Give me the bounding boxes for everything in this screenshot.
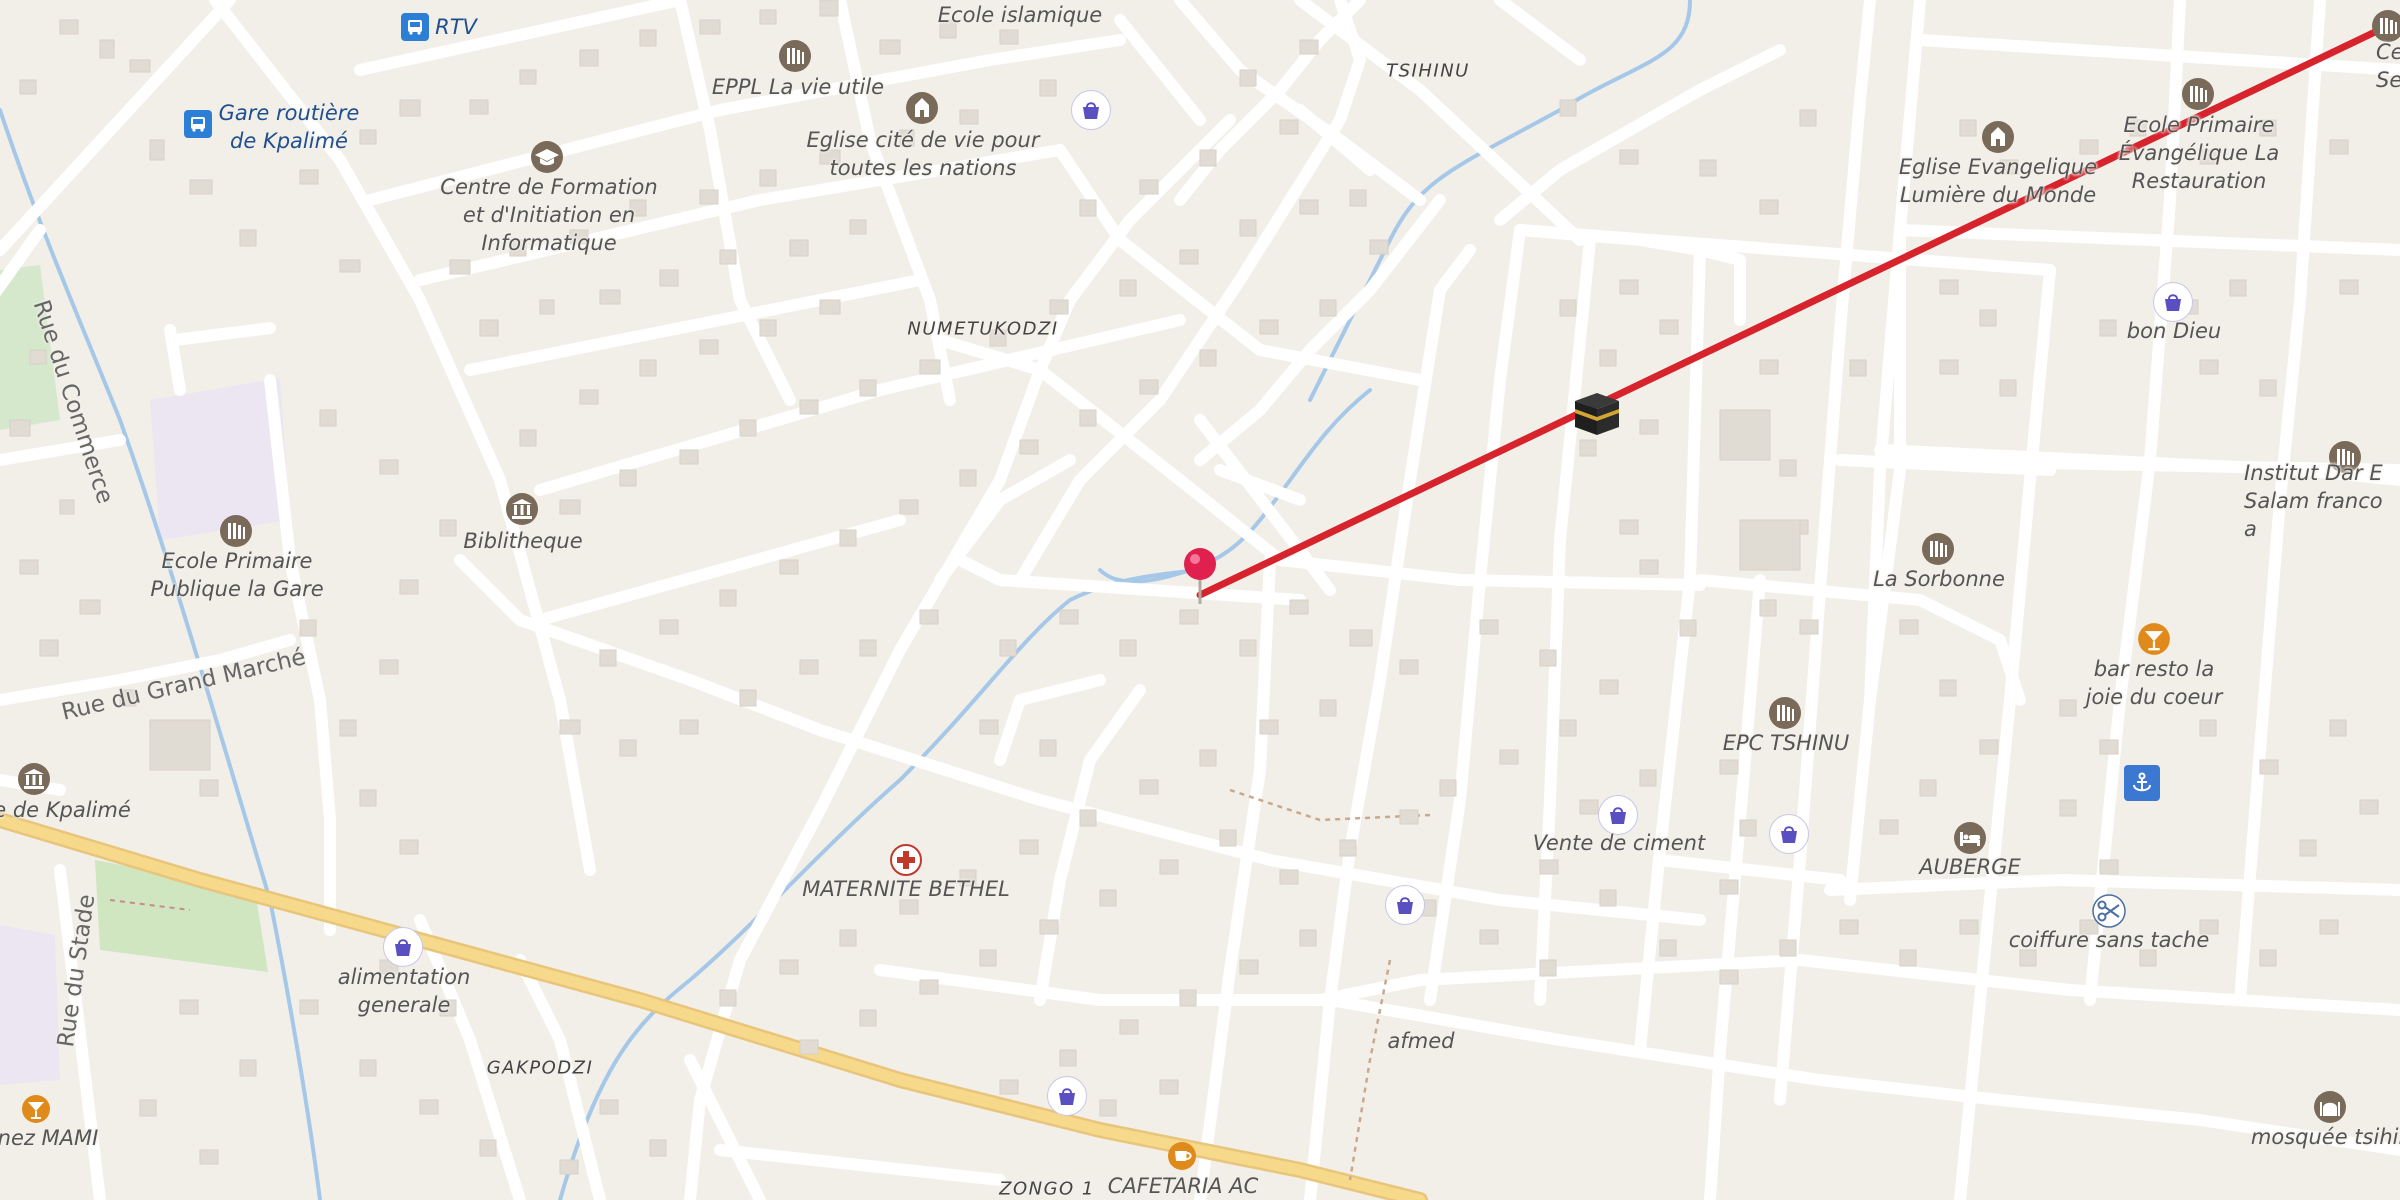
poi-label-auberge: AUBERGE [1919, 855, 2021, 879]
area-label-zongo: ZONGO 1 [999, 1178, 1095, 1200]
area-label-numetukodzi: NUMETUKODZI [907, 318, 1059, 340]
poi-label-alimentation: alimentation generale [337, 965, 471, 1017]
bus-station-label-gare: Gare routière de Kpalimé [218, 101, 360, 153]
hospital-cross-icon[interactable] [887, 841, 925, 879]
poi-label-epc-tshinu: EPC TSHINU [1722, 731, 1850, 755]
mosque-icon[interactable] [2311, 1088, 2349, 1126]
school-icon[interactable] [217, 512, 255, 550]
poi-label-institut: Institut Dar E Salam franco a [2244, 461, 2383, 541]
shopping-bag-icon[interactable] [1385, 885, 1425, 925]
school-icon[interactable] [1766, 694, 1804, 732]
museum-icon[interactable] [15, 760, 53, 798]
bus-icon[interactable] [401, 13, 429, 41]
bed-icon[interactable] [1951, 819, 1989, 857]
bus-icon[interactable] [184, 110, 212, 138]
poi-label-coiffure: coiffure sans tache [2008, 928, 2210, 952]
school-icon[interactable] [1919, 530, 1957, 568]
map-view[interactable]: Rue du Commerce Rue du Grand Marché Rue … [0, 0, 2400, 1200]
anchor-icon[interactable] [2124, 765, 2160, 801]
shopping-bag-icon[interactable] [1769, 814, 1809, 854]
poi-label-vente-ciment: Vente de ciment [1532, 831, 1706, 855]
poi-label-centre-formation: Centre de Formation et d'Initiation en I… [440, 175, 658, 255]
poi-label-chez-mami: nez MAMI [0, 1126, 99, 1150]
shopping-bag-icon[interactable] [383, 927, 423, 967]
scissors-icon[interactable] [2090, 892, 2128, 930]
shopping-bag-icon[interactable] [1047, 1076, 1087, 1116]
school-grounds [0, 925, 60, 1085]
area-label-gakpodzi: GAKPODZI [486, 1057, 594, 1079]
location-pin-icon[interactable] [1180, 546, 1220, 606]
coffee-cup-icon[interactable] [1163, 1137, 1201, 1175]
poi-label-afmed: afmed [1387, 1029, 1455, 1053]
poi-label-ecole-gare: Ecole Primaire Publique la Gare [150, 549, 324, 601]
poi-label-kpalime-left: e de Kpalimé [0, 798, 131, 822]
poi-label-ecole-islamique: Ecole islamique [937, 3, 1103, 27]
poi-label-bar-resto: bar resto la joie du coeur [2085, 657, 2223, 709]
school-icon[interactable] [776, 37, 814, 75]
bus-stop-label-rtv: RTV [435, 15, 477, 39]
cocktail-icon[interactable] [17, 1090, 55, 1128]
poi-label-eppl: EPPL La vie utile [711, 75, 885, 99]
poi-label-maternite: MATERNITE BETHEL [802, 877, 1010, 901]
church-icon[interactable] [903, 89, 941, 127]
poi-label-bon-dieu: bon Dieu [2126, 319, 2222, 343]
shopping-bag-icon[interactable] [1071, 90, 1111, 130]
poi-label-mosquee: mosquée tsihinu [2250, 1125, 2400, 1149]
shopping-bag-icon[interactable] [2153, 282, 2193, 322]
poi-label-eglise-evang: Eglise Evangelique Lumière du Monde [1898, 155, 2098, 207]
poi-label-cafetaria: CAFETARIA AC [1107, 1174, 1259, 1198]
poi-label-ecole-evang: Ecole Primaire Évangélique La Restaurati… [2118, 113, 2280, 193]
poi-label-la-sorbonne: La Sorbonne [1873, 567, 2005, 591]
route-line [1196, 16, 2400, 599]
school-icon[interactable] [2179, 75, 2217, 113]
poi-label-eglise-cite: Eglise cité de vie pour toutes les natio… [806, 128, 1040, 180]
cocktail-icon[interactable] [2135, 620, 2173, 658]
library-icon[interactable] [503, 490, 541, 528]
poi-label-biblitheque: Biblitheque [463, 529, 583, 553]
poi-label-centre-seigneur: Centre Seigneur [2376, 40, 2400, 92]
area-label-tsihinu: TSIHINU [1386, 60, 1470, 82]
church-icon[interactable] [1979, 118, 2017, 156]
graduation-cap-icon[interactable] [528, 138, 566, 176]
kaaba-icon[interactable] [1569, 385, 1625, 441]
